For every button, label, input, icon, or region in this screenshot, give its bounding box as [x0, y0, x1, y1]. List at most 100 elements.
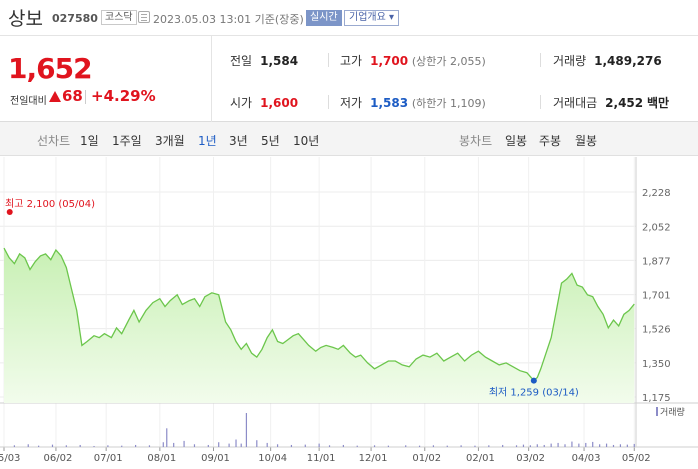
prev-close-label: 전일 — [230, 54, 253, 68]
period-3y-tab[interactable]: 3년 — [229, 132, 248, 149]
volume-bar — [564, 444, 566, 447]
price-chart-area: 2,228 2,052 1,877 1,701 1,526 1,350 1,175 05/03… — [0, 157, 698, 465]
low-cell: 저가 1,583 (하한가 1,109) — [340, 94, 486, 111]
x-tick-label: 02/01 — [466, 453, 495, 464]
candle-weekly-tab[interactable]: 주봉 — [539, 132, 561, 149]
x-tick-label: 01/02 — [412, 453, 441, 464]
open-cell: 시가 1,600 — [230, 94, 298, 111]
volume-bar — [585, 442, 587, 447]
volume-bar — [432, 445, 435, 447]
high-marker-label: 최고 2,100 (05/04) — [5, 198, 95, 210]
y-tick-label: 2,228 — [642, 188, 671, 199]
volume-bar — [550, 443, 552, 447]
volume-bar — [522, 444, 525, 447]
volume-bar — [633, 443, 635, 447]
volume-bar — [405, 445, 407, 447]
high-label: 고가 — [340, 54, 363, 68]
current-price: 1,652 — [8, 52, 93, 85]
volume-bar — [51, 444, 54, 447]
stock-code: 027580 — [52, 12, 98, 25]
volume-bar — [571, 441, 573, 447]
volume-bar — [328, 445, 331, 447]
prev-close-cell: 전일 1,584 — [230, 52, 298, 69]
y-tick-label: 1,526 — [642, 325, 671, 336]
x-tick-label: 11/01 — [307, 453, 336, 464]
volume-bar — [256, 440, 258, 447]
volume-bar — [592, 441, 594, 447]
realtime-button[interactable]: 실시간 — [306, 10, 342, 26]
volume-bar — [557, 442, 559, 447]
period-1y-tab[interactable]: 1년 — [198, 132, 217, 149]
y-tick-label: 1,701 — [642, 291, 671, 302]
stock-header: 상보 027580 코스닥 2023.05.03 13:01 기준(장중) 실시… — [0, 0, 698, 36]
stock-name: 상보 — [8, 8, 43, 30]
period-3m-tab[interactable]: 3개월 — [155, 132, 185, 149]
y-tick-label: 1,350 — [642, 359, 671, 370]
volume-bar — [599, 444, 601, 447]
low-marker-label: 최저 1,259 (03/14) — [489, 387, 579, 399]
volume-bar — [488, 445, 490, 447]
volume-bar — [318, 443, 320, 447]
amount-unit: 백만 — [646, 96, 670, 110]
volume-bar — [166, 428, 168, 447]
volume-bar — [235, 439, 237, 447]
volume-bar — [543, 444, 545, 447]
low-marker-point — [530, 377, 537, 384]
volume-bar — [65, 445, 67, 447]
volume-bar — [612, 444, 615, 447]
volume-bar — [13, 445, 15, 447]
volume-bar — [356, 445, 358, 447]
volume-bar — [276, 444, 279, 447]
volume-bar — [183, 440, 185, 447]
company-overview-button[interactable]: 기업개요 ▾ — [344, 10, 399, 26]
up-arrow-icon — [49, 91, 61, 102]
high-value: 1,700 — [370, 54, 409, 68]
x-tick-label: 09/01 — [201, 453, 230, 464]
volume-bar — [93, 445, 95, 447]
volume-cell: 거래량 1,489,276 — [553, 52, 662, 69]
volume-bar — [502, 444, 504, 447]
volume-bar — [474, 445, 476, 447]
volume-bar — [173, 442, 175, 447]
volume-bar — [619, 444, 622, 447]
calendar-icon — [138, 11, 150, 23]
divider — [540, 53, 541, 67]
volume-bar — [27, 444, 29, 447]
low-value: 1,583 — [370, 96, 409, 110]
volume-bar — [162, 442, 164, 447]
price-chart: 2,228 2,052 1,877 1,701 1,526 1,350 1,175 05/03… — [0, 157, 698, 464]
volume-bar — [387, 445, 389, 447]
x-tick-label: 03/02 — [516, 453, 545, 464]
y-tick-label: 2,052 — [642, 222, 671, 233]
volume-bar — [529, 445, 531, 447]
x-tick-label: 06/02 — [44, 453, 73, 464]
x-tick-label: 07/01 — [94, 453, 123, 464]
volume-bar — [134, 444, 137, 447]
candle-monthly-tab[interactable]: 월봉 — [575, 132, 597, 149]
market-badge: 코스닥 — [101, 10, 137, 25]
amount-label: 거래대금 — [553, 96, 598, 110]
price-summary: 1,652 전일대비 68 +4.29% 전일 1,584 고가 1,700 (상한… — [0, 36, 698, 122]
volume-bar — [218, 442, 220, 447]
period-5y-tab[interactable]: 5년 — [261, 132, 280, 149]
volume-bar — [245, 413, 248, 447]
volume-label: 거래량 — [553, 54, 587, 68]
volume-bar — [148, 445, 151, 447]
period-10y-tab[interactable]: 10년 — [293, 132, 319, 149]
divider — [540, 95, 541, 109]
period-1w-tab[interactable]: 1주일 — [112, 132, 142, 149]
volume-bar — [304, 444, 306, 447]
volume-bar — [207, 444, 209, 447]
timestamp: 2023.05.03 13:01 기준(장중) — [153, 13, 304, 26]
change-rate: +4.29% — [91, 87, 156, 105]
amount-value: 2,452 — [605, 96, 644, 110]
amount-cell: 거래대금 2,452 백만 — [553, 94, 669, 111]
candle-daily-tab[interactable]: 일봉 — [505, 132, 527, 149]
period-1d-tab[interactable]: 1일 — [80, 132, 99, 149]
volume-bar — [290, 444, 293, 447]
x-tick-label: 04/03 — [572, 453, 601, 464]
volume-legend-swatch — [656, 407, 658, 416]
divider — [328, 53, 329, 67]
volume-bar — [266, 442, 268, 447]
volume-bar — [240, 443, 242, 447]
